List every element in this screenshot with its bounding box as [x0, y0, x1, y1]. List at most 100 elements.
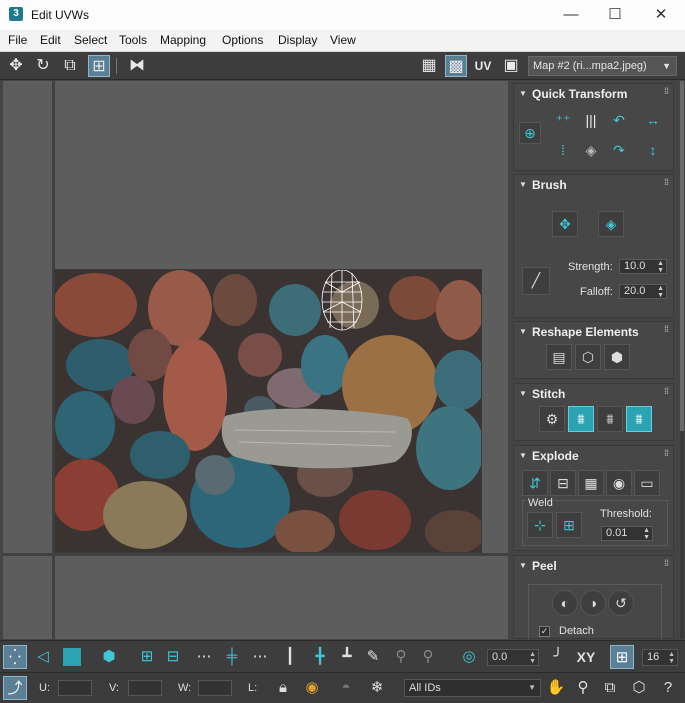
show-map-icon[interactable]: ▩ — [445, 55, 467, 77]
edge-mode-icon[interactable]: ◁ — [31, 645, 55, 669]
zoom-icon[interactable]: ⚲ — [571, 676, 595, 700]
reshape-elements-header[interactable]: ▼ Reshape Elements ⁞⁞ — [514, 322, 673, 342]
paint-select-icon[interactable]: ✎ — [361, 645, 385, 669]
detach-checkbox[interactable]: ✓ — [539, 626, 550, 637]
flatten-by-smoothing-icon[interactable]: ◉ — [606, 470, 632, 496]
menu-options[interactable]: Options — [222, 33, 263, 47]
vertex-mode-icon[interactable]: ⁛ — [3, 645, 27, 669]
menu-display[interactable]: Display — [278, 33, 317, 47]
distribute-icon[interactable]: ◈ — [578, 138, 604, 164]
spinner-arrows-icon[interactable]: ▲ ▼ — [529, 651, 536, 665]
reset-peel-icon[interactable]: ↺ — [608, 590, 634, 616]
threshold-spinner[interactable]: 0.01 ▲ ▼ — [601, 526, 653, 541]
soft-selection-icon[interactable]: ◎ — [457, 645, 481, 669]
shrink-selection-icon[interactable]: ⊟ — [161, 645, 185, 669]
stitch-to-average-icon[interactable]: ⩩ — [597, 406, 623, 432]
v-field[interactable] — [128, 680, 162, 696]
detach-edge-verts-icon[interactable]: ⊟ — [550, 470, 576, 496]
xy-space-toggle[interactable]: XY — [573, 645, 599, 669]
loop-shrink-icon[interactable]: ⋯ — [248, 645, 272, 669]
rotate-cw-icon[interactable]: ↷ — [606, 138, 632, 164]
falloff-type-icon[interactable]: ╯ — [546, 645, 570, 669]
stitch-to-source-icon[interactable]: ⩩ — [626, 406, 652, 432]
relax-brush-icon[interactable]: ◈ — [598, 211, 624, 237]
stitch-custom-icon[interactable]: ⚙ — [539, 406, 565, 432]
flatten-by-polygon-icon[interactable]: ▦ — [578, 470, 604, 496]
freeze-icon[interactable]: ❄ — [365, 676, 389, 700]
grid-size-spinner[interactable]: 16 ▲ ▼ — [642, 649, 678, 666]
polygon-mode-icon[interactable] — [60, 645, 84, 669]
weld-target-icon[interactable]: ⊞ — [556, 512, 582, 538]
quick-transform-header[interactable]: ▼ Quick Transform ⁞⁞ — [514, 84, 673, 104]
help-icon[interactable]: ? — [656, 676, 680, 700]
strength-spinner[interactable]: 10.0 ▲ ▼ — [619, 259, 667, 274]
uv-viewport[interactable] — [3, 81, 508, 639]
explode-header[interactable]: ▼ Explode ⁞⁞ — [514, 446, 673, 466]
break-icon[interactable]: ⇵ — [522, 470, 548, 496]
relax-until-flat-icon[interactable]: ⬡ — [575, 344, 601, 370]
u-field[interactable] — [58, 680, 92, 696]
brush-header[interactable]: ▼ Brush ⁞⁞ — [514, 175, 673, 195]
peel-header[interactable]: ▼ Peel ⁞⁞ — [514, 556, 673, 576]
map-dropdown[interactable]: Map #2 (ri...mpa2.jpeg) ▼ — [528, 56, 677, 76]
minimize-button[interactable]: — — [548, 0, 594, 30]
spinner-arrows-icon[interactable]: ▲ ▼ — [657, 285, 664, 299]
space-vertical-icon[interactable]: ↕ — [640, 138, 666, 164]
align-horizontal-icon[interactable]: ⁺⁺ — [550, 108, 576, 134]
spinner-arrows-icon[interactable]: ▲ ▼ — [668, 651, 675, 665]
ring-icon[interactable]: ┃ — [278, 645, 302, 669]
grow-selection-icon[interactable]: ⊞ — [135, 645, 159, 669]
align-to-center-icon[interactable]: ⊕ — [519, 122, 541, 144]
rotation-spinner[interactable]: 0.0 ▲ ▼ — [487, 649, 539, 666]
menu-mapping[interactable]: Mapping — [160, 33, 206, 47]
quick-peel-icon[interactable]: ◐ — [552, 590, 578, 616]
align-vertical-icon[interactable]: ||| — [578, 108, 604, 134]
map-settings-icon[interactable]: ▣ — [500, 55, 522, 77]
flatten-by-material-icon[interactable]: ▭ — [634, 470, 660, 496]
stitch-to-target-icon[interactable]: ⩩ — [568, 406, 594, 432]
menu-file[interactable]: File — [8, 33, 27, 47]
spinner-arrows-icon[interactable]: ▲ ▼ — [657, 260, 664, 274]
loop-icon[interactable]: ⋯ — [192, 645, 216, 669]
grid-snap-icon[interactable]: ⊞ — [610, 645, 634, 669]
menu-select[interactable]: Select — [74, 33, 107, 47]
element-mode-icon[interactable]: ⬢ — [97, 645, 121, 669]
paint-grow-icon[interactable]: ⚲ — [389, 645, 413, 669]
paint-shrink-icon[interactable]: ⚲ — [416, 645, 440, 669]
w-field[interactable] — [198, 680, 232, 696]
maximize-button[interactable]: ☐ — [592, 0, 638, 30]
falloff-spinner[interactable]: 20.0 ▲ ▼ — [619, 284, 667, 299]
zoom-region-icon[interactable]: ⧉ — [598, 676, 622, 700]
panel-scrollbar[interactable] — [680, 81, 684, 639]
spinner-arrows-icon[interactable]: ▲ ▼ — [643, 527, 650, 541]
menu-tools[interactable]: Tools — [119, 33, 147, 47]
mirror-icon[interactable]: ⧓ — [126, 55, 148, 77]
checker-pattern-icon[interactable]: ▦ — [418, 55, 440, 77]
stitch-header[interactable]: ▼ Stitch ⁞⁞ — [514, 384, 673, 404]
freeform-mode-icon[interactable]: ⊞ — [88, 55, 110, 77]
relax-icon[interactable]: ⬢ — [604, 344, 630, 370]
scale-icon[interactable]: ⧉ — [59, 55, 81, 77]
hide-icon[interactable]: ◉ — [300, 676, 324, 700]
ring-grow-icon[interactable]: ╋ — [308, 645, 332, 669]
weld-selected-icon[interactable]: ⊹ — [527, 512, 553, 538]
paint-move-brush-icon[interactable]: ✥ — [552, 211, 578, 237]
peel-mode-icon[interactable]: ◑ — [580, 590, 606, 616]
menu-edit[interactable]: Edit — [40, 33, 61, 47]
rotate-ccw-icon[interactable]: ↶ — [606, 108, 632, 134]
rotate-icon[interactable]: ↻ — [32, 55, 54, 77]
falloff-curve-icon[interactable]: ╱ — [522, 267, 550, 295]
menu-view[interactable]: View — [330, 33, 356, 47]
lock-icon[interactable]: 🔒︎ — [271, 676, 295, 700]
absolute-offset-icon[interactable]: ⤴ — [3, 676, 27, 700]
material-id-dropdown[interactable]: All IDs ▼ — [404, 679, 541, 697]
zoom-extents-icon[interactable]: ⬡ — [627, 676, 651, 700]
align-vertical-center-icon[interactable]: ⁞ — [550, 138, 576, 164]
unhide-icon[interactable]: ◓ — [334, 676, 358, 700]
close-button[interactable]: ✕ — [638, 0, 684, 30]
move-icon[interactable]: ✥ — [5, 55, 27, 77]
pan-icon[interactable]: ✋ — [544, 676, 568, 700]
ring-shrink-icon[interactable]: ┻ — [335, 645, 359, 669]
space-horizontal-icon[interactable]: ↔ — [640, 108, 666, 134]
panel-scrollbar-thumb[interactable] — [680, 81, 684, 431]
